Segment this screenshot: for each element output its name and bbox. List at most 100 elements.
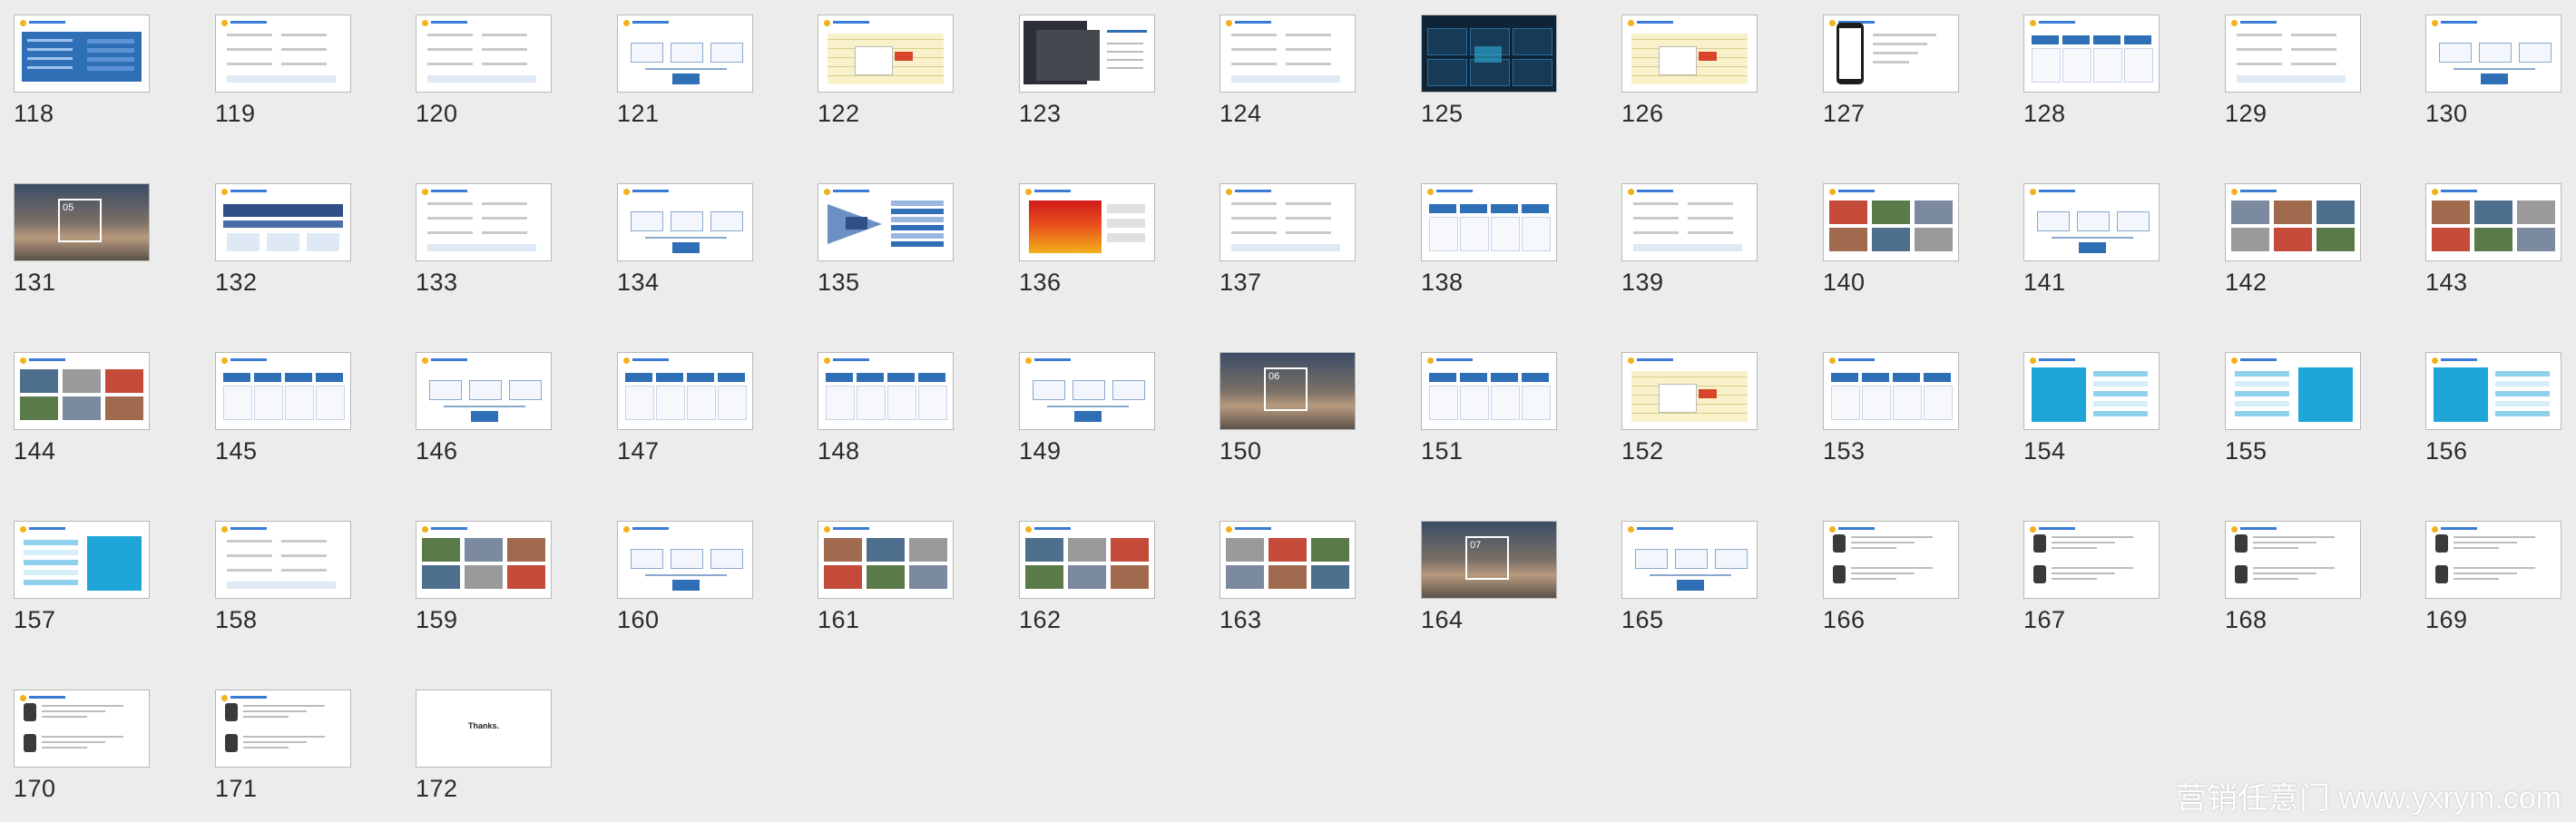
slide-thumbnail-cell[interactable]: 159 <box>416 521 552 632</box>
slide-thumbnail-cell[interactable]: 134 <box>617 183 753 295</box>
slide-thumbnail-cell[interactable]: 152 <box>1621 352 1758 464</box>
slide-thumbnail-cell[interactable]: 169 <box>2425 521 2561 632</box>
slide-thumbnail[interactable] <box>1019 521 1155 599</box>
slide-thumbnail-cell[interactable]: 141 <box>2023 183 2160 295</box>
slide-thumbnail-cell[interactable]: 137 <box>1219 183 1356 295</box>
slide-thumbnail[interactable] <box>617 521 753 599</box>
slide-thumbnail-cell[interactable]: 143 <box>2425 183 2561 295</box>
slide-thumbnail-cell[interactable]: 145 <box>215 352 351 464</box>
slide-thumbnail-cell[interactable]: 149 <box>1019 352 1155 464</box>
slide-thumbnail[interactable] <box>1823 521 1959 599</box>
slide-thumbnail[interactable] <box>2425 15 2561 93</box>
slide-thumbnail-cell[interactable]: 130 <box>2425 15 2561 126</box>
slide-thumbnail[interactable] <box>2225 183 2361 261</box>
slide-thumbnail[interactable] <box>1823 15 1959 93</box>
slide-thumbnail[interactable] <box>2425 521 2561 599</box>
slide-thumbnail-cell[interactable]: 136 <box>1019 183 1155 295</box>
slide-thumbnail[interactable] <box>2023 15 2160 93</box>
slide-thumbnail[interactable]: Thanks. <box>416 690 552 768</box>
slide-thumbnail-cell[interactable]: 118 <box>14 15 150 126</box>
slide-thumbnail[interactable] <box>215 183 351 261</box>
slide-thumbnail[interactable] <box>617 15 753 93</box>
slide-thumbnail[interactable] <box>2225 15 2361 93</box>
slide-thumbnail-cell[interactable]: 127 <box>1823 15 1959 126</box>
slide-thumbnail-cell[interactable]: 129 <box>2225 15 2361 126</box>
slide-thumbnail[interactable] <box>818 352 954 430</box>
slide-thumbnail-cell[interactable]: Thanks. 172 <box>416 690 552 801</box>
slide-thumbnail[interactable]: 05 <box>14 183 150 261</box>
slide-thumbnail-cell[interactable]: 165 <box>1621 521 1758 632</box>
slide-thumbnail-cell[interactable]: 132 <box>215 183 351 295</box>
slide-thumbnail[interactable] <box>1621 352 1758 430</box>
slide-thumbnail-cell[interactable]: 167 <box>2023 521 2160 632</box>
slide-thumbnail[interactable] <box>818 521 954 599</box>
slide-thumbnail[interactable] <box>1823 183 1959 261</box>
slide-thumbnail-cell[interactable]: 170 <box>14 690 150 801</box>
slide-thumbnail-cell[interactable]: 07 164 <box>1421 521 1557 632</box>
slide-thumbnail[interactable] <box>215 15 351 93</box>
slide-thumbnail[interactable] <box>1219 521 1356 599</box>
slide-thumbnail[interactable] <box>14 690 150 768</box>
slide-thumbnail-cell[interactable]: 140 <box>1823 183 1959 295</box>
slide-thumbnail-cell[interactable]: 160 <box>617 521 753 632</box>
slide-thumbnail-cell[interactable]: 151 <box>1421 352 1557 464</box>
slide-thumbnail-cell[interactable]: 123 <box>1019 15 1155 126</box>
slide-thumbnail[interactable] <box>2225 352 2361 430</box>
slide-thumbnail[interactable] <box>1621 183 1758 261</box>
slide-thumbnail[interactable] <box>2023 521 2160 599</box>
slide-thumbnail-cell[interactable]: 154 <box>2023 352 2160 464</box>
slide-thumbnail-cell[interactable]: 139 <box>1621 183 1758 295</box>
slide-thumbnail-cell[interactable]: 119 <box>215 15 351 126</box>
slide-thumbnail-cell[interactable]: 166 <box>1823 521 1959 632</box>
slide-thumbnail[interactable] <box>14 521 150 599</box>
slide-thumbnail-cell[interactable]: 157 <box>14 521 150 632</box>
slide-thumbnail[interactable] <box>2425 183 2561 261</box>
slide-thumbnail-cell[interactable]: 153 <box>1823 352 1959 464</box>
slide-thumbnail-cell[interactable]: 126 <box>1621 15 1758 126</box>
slide-thumbnail-cell[interactable]: 155 <box>2225 352 2361 464</box>
slide-thumbnail[interactable] <box>818 183 954 261</box>
slide-thumbnail[interactable] <box>1823 352 1959 430</box>
slide-thumbnail[interactable] <box>617 183 753 261</box>
slide-thumbnail[interactable] <box>1019 183 1155 261</box>
slide-thumbnail-cell[interactable]: 148 <box>818 352 954 464</box>
slide-thumbnail[interactable] <box>215 352 351 430</box>
slide-thumbnail-cell[interactable]: 124 <box>1219 15 1356 126</box>
slide-thumbnail-cell[interactable]: 133 <box>416 183 552 295</box>
slide-thumbnail[interactable] <box>2225 521 2361 599</box>
slide-thumbnail-cell[interactable]: 120 <box>416 15 552 126</box>
slide-thumbnail[interactable] <box>1019 352 1155 430</box>
slide-thumbnail-cell[interactable]: 163 <box>1219 521 1356 632</box>
slide-thumbnail[interactable] <box>2425 352 2561 430</box>
slide-thumbnail[interactable] <box>1621 15 1758 93</box>
slide-thumbnail-cell[interactable]: 156 <box>2425 352 2561 464</box>
slide-thumbnail[interactable]: 06 <box>1219 352 1356 430</box>
slide-thumbnail-cell[interactable]: 142 <box>2225 183 2361 295</box>
slide-thumbnail[interactable] <box>1621 521 1758 599</box>
slide-thumbnail[interactable] <box>416 521 552 599</box>
slide-thumbnail-cell[interactable]: 158 <box>215 521 351 632</box>
slide-thumbnail-cell[interactable]: 05 131 <box>14 183 150 295</box>
slide-thumbnail-cell[interactable]: 171 <box>215 690 351 801</box>
slide-thumbnail[interactable] <box>2023 352 2160 430</box>
slide-thumbnail-cell[interactable]: 128 <box>2023 15 2160 126</box>
slide-thumbnail[interactable] <box>416 352 552 430</box>
slide-thumbnail-cell[interactable]: 138 <box>1421 183 1557 295</box>
slide-thumbnail-cell[interactable]: 161 <box>818 521 954 632</box>
slide-thumbnail[interactable] <box>416 183 552 261</box>
slide-thumbnail[interactable] <box>1421 15 1557 93</box>
slide-thumbnail-cell[interactable]: 147 <box>617 352 753 464</box>
slide-thumbnail[interactable] <box>617 352 753 430</box>
slide-thumbnail-cell[interactable]: 06 150 <box>1219 352 1356 464</box>
slide-thumbnail[interactable] <box>1019 15 1155 93</box>
slide-thumbnail[interactable] <box>215 690 351 768</box>
slide-thumbnail-cell[interactable]: 122 <box>818 15 954 126</box>
slide-thumbnail-cell[interactable]: 144 <box>14 352 150 464</box>
slide-thumbnail[interactable]: 07 <box>1421 521 1557 599</box>
slide-thumbnail[interactable] <box>1421 183 1557 261</box>
slide-thumbnail-cell[interactable]: 125 <box>1421 15 1557 126</box>
slide-thumbnail[interactable] <box>215 521 351 599</box>
slide-thumbnail-cell[interactable]: 121 <box>617 15 753 126</box>
slide-thumbnail[interactable] <box>1219 15 1356 93</box>
slide-thumbnail[interactable] <box>416 15 552 93</box>
